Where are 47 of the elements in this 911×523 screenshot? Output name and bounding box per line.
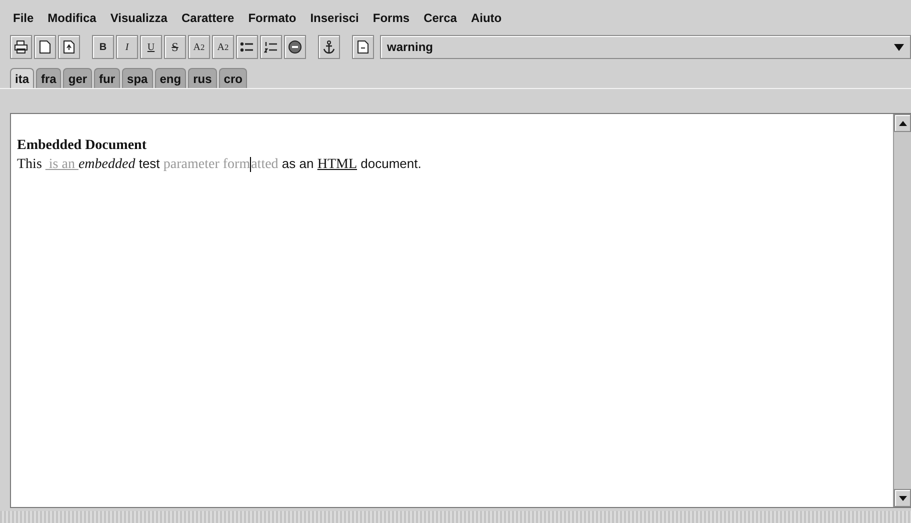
menu-item[interactable]: Forms [366, 11, 417, 25]
menu-item[interactable]: Aiuto [464, 11, 509, 25]
dropdown-arrow-icon [894, 44, 904, 50]
menu-item[interactable]: Visualizza [103, 11, 174, 25]
language-tab[interactable]: ita [10, 68, 34, 88]
toolbar-button[interactable] [284, 35, 306, 59]
document-arrow-icon [63, 40, 75, 54]
format-button[interactable]: U [140, 35, 162, 59]
menu-item[interactable]: Cerca [416, 11, 464, 25]
language-tab[interactable]: fra [36, 68, 62, 88]
numbered-list-icon [264, 41, 278, 53]
new-document-icon [39, 40, 51, 54]
up-arrow-icon [898, 120, 906, 126]
scroll-down-button[interactable] [894, 489, 911, 507]
toolbar-button[interactable] [58, 35, 80, 59]
toolbar-button[interactable] [236, 35, 258, 59]
document-icon [357, 40, 369, 54]
vertical-scrollbar[interactable] [893, 114, 911, 507]
bulleted-list-icon [240, 41, 254, 53]
format-button[interactable]: I [116, 35, 138, 59]
language-tab[interactable]: ger [63, 68, 92, 88]
toolbar-button[interactable] [352, 35, 374, 59]
menu-item[interactable]: File [6, 11, 41, 25]
language-tab[interactable]: eng [154, 68, 186, 88]
language-tab[interactable]: spa [122, 68, 153, 88]
format-button[interactable]: S [164, 35, 186, 59]
toolbar-button[interactable] [10, 35, 32, 59]
toolbar-button[interactable] [34, 35, 56, 59]
language-tab[interactable]: fur [94, 68, 120, 88]
document-paragraph: This is an embedded test parameter formatted as an HTML document. [17, 156, 422, 173]
editor-area[interactable]: Embedded Document This is an embedded test parameter formatted as an HTML document. [11, 114, 893, 507]
down-arrow-icon [898, 496, 906, 500]
toolbar-button[interactable] [260, 35, 282, 59]
toolbar-button[interactable] [318, 35, 340, 59]
anchor-icon [322, 40, 336, 54]
style-dropdown[interactable]: warning [380, 35, 911, 59]
scroll-up-button[interactable] [894, 114, 911, 132]
language-tab[interactable]: rus [188, 68, 217, 88]
menu-item[interactable]: Modifica [40, 11, 104, 25]
language-tab[interactable]: cro [218, 68, 248, 88]
circle-icon [288, 40, 302, 54]
printer-icon [14, 40, 28, 54]
document-heading: Embedded Document [17, 138, 148, 154]
format-button[interactable]: B [92, 35, 114, 59]
menu-item[interactable]: Carattere [174, 11, 242, 25]
menu-item[interactable]: Inserisci [303, 11, 366, 25]
menu-item[interactable]: Formato [241, 11, 304, 25]
